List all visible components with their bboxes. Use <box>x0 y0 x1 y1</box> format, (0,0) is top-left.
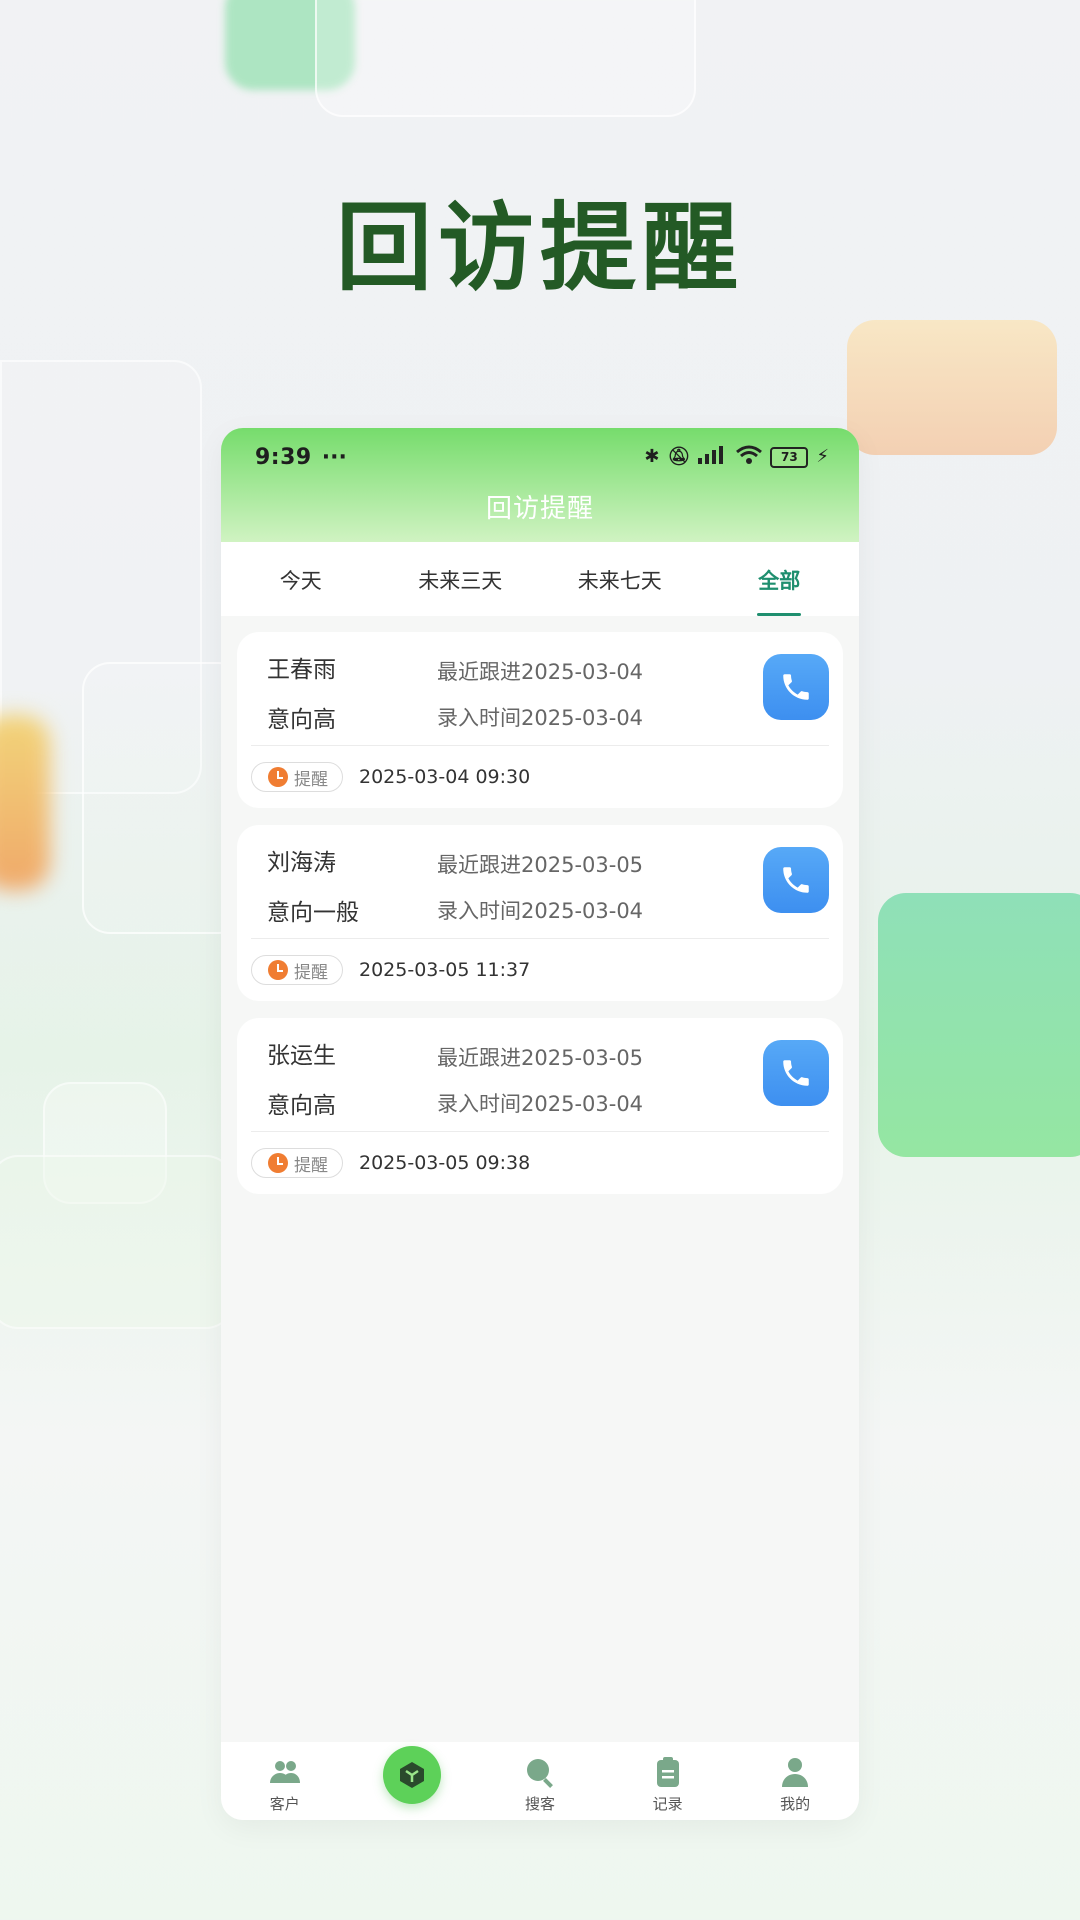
nav-label: 我的 <box>780 1795 811 1813</box>
status-time: 9:39 <box>255 444 312 470</box>
center-cube-icon <box>400 1762 425 1788</box>
clipboard-icon <box>656 1757 679 1787</box>
entry-time-info: 录入时间2025-03-04 <box>437 702 643 732</box>
person-icon <box>782 1758 809 1787</box>
reminder-tag: 提醒 <box>251 762 343 792</box>
entry-time-label: 录入时间 <box>437 1092 521 1116</box>
last-follow-info: 最近跟进2025-03-04 <box>437 656 643 686</box>
phone-icon <box>783 1060 809 1086</box>
reminder-list: 王春雨 意向高 最近跟进2025-03-04 录入时间2025-03-04 提醒… <box>221 616 859 1194</box>
last-follow-label: 最近跟进 <box>437 853 521 877</box>
signal-icon <box>698 446 728 468</box>
nav-label: 记录 <box>652 1795 683 1813</box>
customer-intent: 意向高 <box>267 707 336 733</box>
battery-indicator: 73 <box>770 446 809 468</box>
nav-label: 搜客 <box>524 1795 555 1813</box>
filter-tabs: 今天 未来三天 未来七天 全部 <box>221 542 859 616</box>
tab-next-3-days[interactable]: 未来三天 <box>381 542 541 616</box>
tab-next-7-days[interactable]: 未来七天 <box>540 542 700 616</box>
call-button[interactable] <box>763 847 829 913</box>
customer-name: 刘海涛 <box>267 850 336 876</box>
alarm-clock-icon <box>268 767 288 787</box>
charging-icon: ⚡︎ <box>816 446 829 467</box>
nav-item-center[interactable] <box>349 1742 477 1820</box>
decor-glass-panel <box>315 0 696 117</box>
call-button[interactable] <box>763 654 829 720</box>
reminder-time: 2025-03-04 09:30 <box>359 766 531 788</box>
entry-time-label: 录入时间 <box>437 899 521 923</box>
card-divider <box>251 1131 829 1132</box>
search-icon <box>526 1759 553 1788</box>
mute-icon: 🔕︎ <box>667 446 691 467</box>
call-button[interactable] <box>763 1040 829 1106</box>
nav-item-customers[interactable]: 客户 <box>221 1742 349 1820</box>
center-action-button[interactable] <box>383 1746 442 1804</box>
last-follow-date: 2025-03-05 <box>521 853 644 877</box>
decor-orange-blob <box>0 715 50 890</box>
nav-item-profile[interactable]: 我的 <box>731 1742 859 1820</box>
reminder-label: 提醒 <box>294 1155 328 1176</box>
alarm-clock-icon <box>268 1153 288 1173</box>
decor-glass-panel-low <box>0 1155 234 1329</box>
entry-time-info: 录入时间2025-03-04 <box>437 1088 643 1118</box>
reminder-time: 2025-03-05 11:37 <box>359 959 531 981</box>
users-icon <box>269 1761 300 1783</box>
nav-item-search[interactable]: 搜客 <box>476 1742 604 1820</box>
bluetooth-icon: ✱ <box>644 446 660 467</box>
tab-all[interactable]: 全部 <box>700 542 860 616</box>
entry-time-date: 2025-03-04 <box>521 1092 644 1116</box>
reminder-row: 提醒 2025-03-04 09:30 <box>251 762 530 792</box>
last-follow-info: 最近跟进2025-03-05 <box>437 1042 643 1072</box>
reminder-row: 提醒 2025-03-05 11:37 <box>251 955 530 985</box>
entry-time-date: 2025-03-04 <box>521 706 644 730</box>
status-bar: 9:39 ··· ✱ 🔕︎ 73 ⚡︎ <box>255 442 829 472</box>
page-title: 回访提醒 <box>485 494 594 524</box>
customer-name: 王春雨 <box>267 657 336 683</box>
status-icons: ✱ 🔕︎ 73 ⚡︎ <box>644 445 829 469</box>
reminder-card[interactable]: 张运生 意向高 最近跟进2025-03-05 录入时间2025-03-04 提醒… <box>237 1018 843 1194</box>
customer-name: 张运生 <box>267 1043 336 1069</box>
customer-intent: 意向一般 <box>267 900 359 926</box>
decor-green-panel <box>878 893 1080 1157</box>
reminder-tag: 提醒 <box>251 955 343 985</box>
status-more-dots: ··· <box>321 444 347 470</box>
card-divider <box>251 745 829 746</box>
card-divider <box>251 938 829 939</box>
last-follow-info: 最近跟进2025-03-05 <box>437 849 643 879</box>
tab-today[interactable]: 今天 <box>221 542 381 616</box>
top-bar: 9:39 ··· ✱ 🔕︎ 73 ⚡︎ 回访提醒 <box>221 428 859 542</box>
reminder-label: 提醒 <box>294 962 328 983</box>
reminder-tag: 提醒 <box>251 1148 343 1178</box>
last-follow-date: 2025-03-04 <box>521 660 644 684</box>
reminder-card[interactable]: 王春雨 意向高 最近跟进2025-03-04 录入时间2025-03-04 提醒… <box>237 632 843 808</box>
phone-screen: 9:39 ··· ✱ 🔕︎ 73 ⚡︎ 回访提醒 今天 未来三天 未来七天 全部 <box>221 428 859 1820</box>
promo-headline: 回访提醒 <box>336 192 744 304</box>
customer-intent: 意向高 <box>267 1093 336 1119</box>
entry-time-label: 录入时间 <box>437 706 521 730</box>
phone-icon <box>783 674 809 700</box>
reminder-time: 2025-03-05 09:38 <box>359 1152 531 1174</box>
bottom-nav: 客户 搜客 记录 我的 <box>221 1742 859 1820</box>
phone-icon <box>783 867 809 893</box>
alarm-clock-icon <box>268 960 288 980</box>
last-follow-label: 最近跟进 <box>437 1046 521 1070</box>
decor-orange-panel <box>847 320 1057 455</box>
nav-item-records[interactable]: 记录 <box>604 1742 732 1820</box>
reminder-label: 提醒 <box>294 769 328 790</box>
entry-time-date: 2025-03-04 <box>521 899 644 923</box>
nav-label: 客户 <box>269 1795 300 1813</box>
last-follow-date: 2025-03-05 <box>521 1046 644 1070</box>
entry-time-info: 录入时间2025-03-04 <box>437 895 643 925</box>
last-follow-label: 最近跟进 <box>437 660 521 684</box>
reminder-card[interactable]: 刘海涛 意向一般 最近跟进2025-03-05 录入时间2025-03-04 提… <box>237 825 843 1001</box>
reminder-row: 提醒 2025-03-05 09:38 <box>251 1148 530 1178</box>
wifi-icon <box>736 445 763 469</box>
